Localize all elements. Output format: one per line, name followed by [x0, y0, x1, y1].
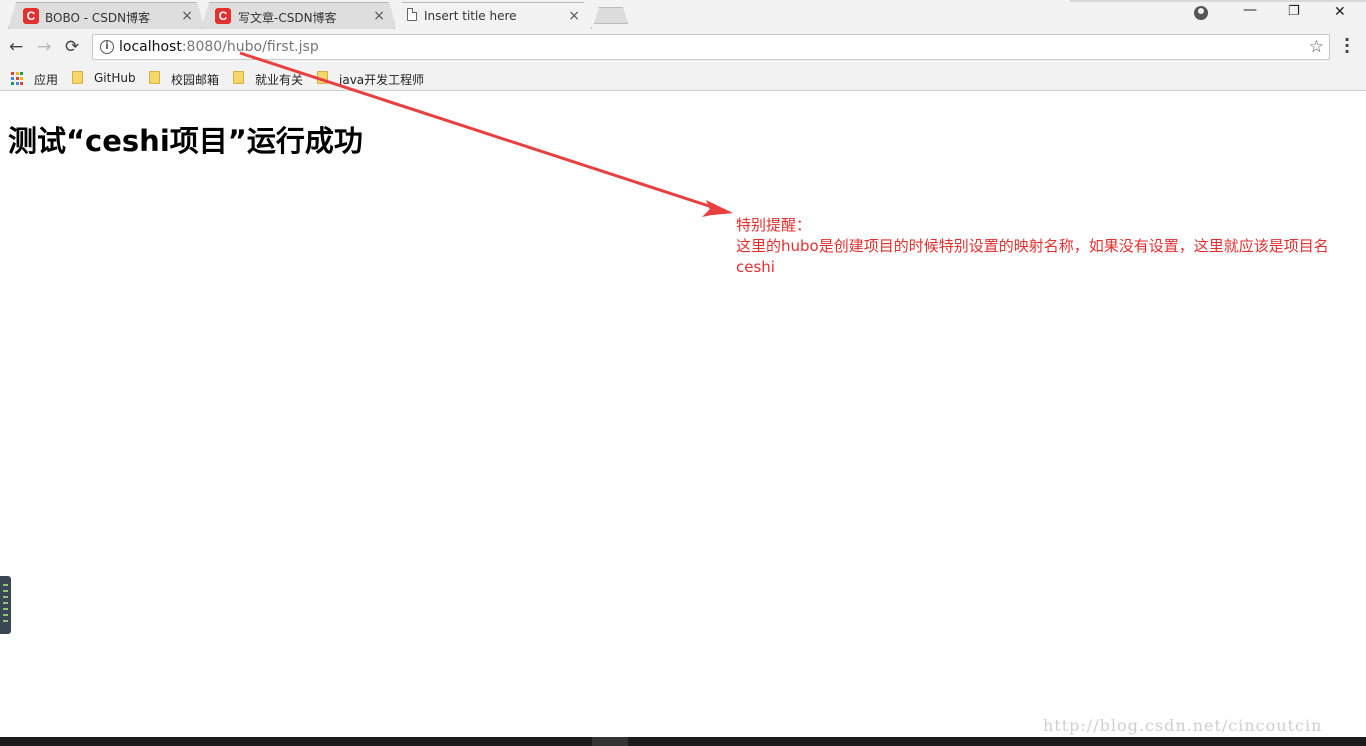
new-tab-button[interactable]	[594, 7, 628, 24]
annotation-line-3: ceshi	[736, 258, 775, 276]
tab-strip: C BOBO - CSDN博客 × C 写文章-CSDN博客 × Insert …	[0, 0, 1366, 29]
side-widget-handle[interactable]	[0, 576, 11, 634]
document-icon	[407, 8, 417, 21]
folder-icon	[149, 71, 160, 84]
side-handle-mark	[3, 596, 8, 598]
annotation-line-2: 这里的hubo是创建项目的时候特别设置的映射名称，如果没有设置，这里就应该是项目…	[736, 237, 1329, 255]
forward-button[interactable]: →	[37, 37, 51, 57]
bookmark-apps[interactable]: 应用	[11, 69, 61, 87]
tab-insert-title[interactable]: Insert title here ×	[394, 2, 592, 29]
side-handle-mark	[3, 614, 8, 616]
bookmark-star-icon[interactable]: ☆	[1309, 37, 1324, 57]
tab-close-icon[interactable]: ×	[181, 8, 193, 24]
bookmark-campus-mail[interactable]: 校园邮箱	[149, 69, 225, 87]
side-handle-mark	[3, 590, 8, 592]
bookmark-label: 就业有关	[255, 73, 304, 87]
bookmark-label: 应用	[34, 73, 59, 87]
menu-dots-icon[interactable]: · · ·	[1344, 32, 1350, 60]
side-handle-mark	[3, 602, 8, 604]
folder-icon	[317, 71, 328, 84]
bookmark-label: GitHub	[94, 71, 136, 85]
info-icon[interactable]: i	[100, 40, 114, 54]
tab-close-icon[interactable]: ×	[568, 8, 580, 24]
profile-icon[interactable]	[1194, 6, 1208, 20]
tab-title: 写文章-CSDN博客	[238, 11, 337, 25]
annotation-line-1: 特别提醒：	[736, 216, 812, 234]
apps-grid-icon	[11, 72, 25, 86]
side-handle-mark	[3, 608, 8, 610]
url-text[interactable]: localhost:8080/hubo/first.jsp	[119, 39, 319, 55]
csdn-icon: C	[215, 8, 231, 24]
tab-title: BOBO - CSDN博客	[45, 11, 151, 25]
side-handle-mark	[3, 620, 8, 622]
bookmarks-bar: 应用 GitHub 校园邮箱 就业有关 java开发工程师	[0, 65, 1366, 91]
bookmark-label: java开发工程师	[339, 73, 425, 87]
restore-button[interactable]: ❐	[1288, 4, 1300, 19]
tab-write-article[interactable]: C 写文章-CSDN博客 ×	[201, 2, 397, 29]
tab-close-icon[interactable]: ×	[373, 8, 385, 24]
close-window-button[interactable]: ✕	[1334, 4, 1346, 20]
side-handle-mark	[3, 584, 8, 586]
folder-icon	[72, 71, 83, 84]
back-button[interactable]: ←	[9, 37, 23, 57]
window-top-edge	[1070, 0, 1366, 2]
tab-bobo-csdn[interactable]: C BOBO - CSDN博客 ×	[8, 2, 205, 29]
watermark-text: http://blog.csdn.net/cincoutcin	[1043, 716, 1323, 735]
bookmark-label: 校园邮箱	[171, 73, 220, 87]
bookmark-jobs[interactable]: 就业有关	[233, 69, 309, 87]
browser-toolbar: ← → ⟳ i localhost:8080/hubo/first.jsp ☆ …	[0, 29, 1366, 65]
tab-title: Insert title here	[424, 9, 517, 23]
annotation-arrow-head	[706, 200, 733, 215]
url-host: localhost	[119, 39, 182, 55]
csdn-icon: C	[23, 8, 39, 24]
annotation-arrow-head-fill	[702, 206, 733, 217]
bookmark-java-engineer[interactable]: java开发工程师	[317, 69, 427, 87]
minimize-button[interactable]: —	[1243, 2, 1257, 18]
annotation-arrow	[239, 51, 733, 217]
page-heading: 测试“ceshi项目”运行成功	[8, 124, 363, 158]
address-bar[interactable]: i localhost:8080/hubo/first.jsp ☆	[92, 34, 1330, 60]
folder-icon	[233, 71, 244, 84]
bookmark-github[interactable]: GitHub	[72, 69, 138, 87]
url-path: :8080/hubo/first.jsp	[181, 39, 319, 55]
reload-button[interactable]: ⟳	[65, 37, 79, 57]
taskbar-active-item[interactable]	[592, 737, 628, 746]
os-taskbar	[0, 737, 1366, 746]
annotation-note: 特别提醒： 这里的hubo是创建项目的时候特别设置的映射名称，如果没有设置，这里…	[736, 215, 1329, 278]
